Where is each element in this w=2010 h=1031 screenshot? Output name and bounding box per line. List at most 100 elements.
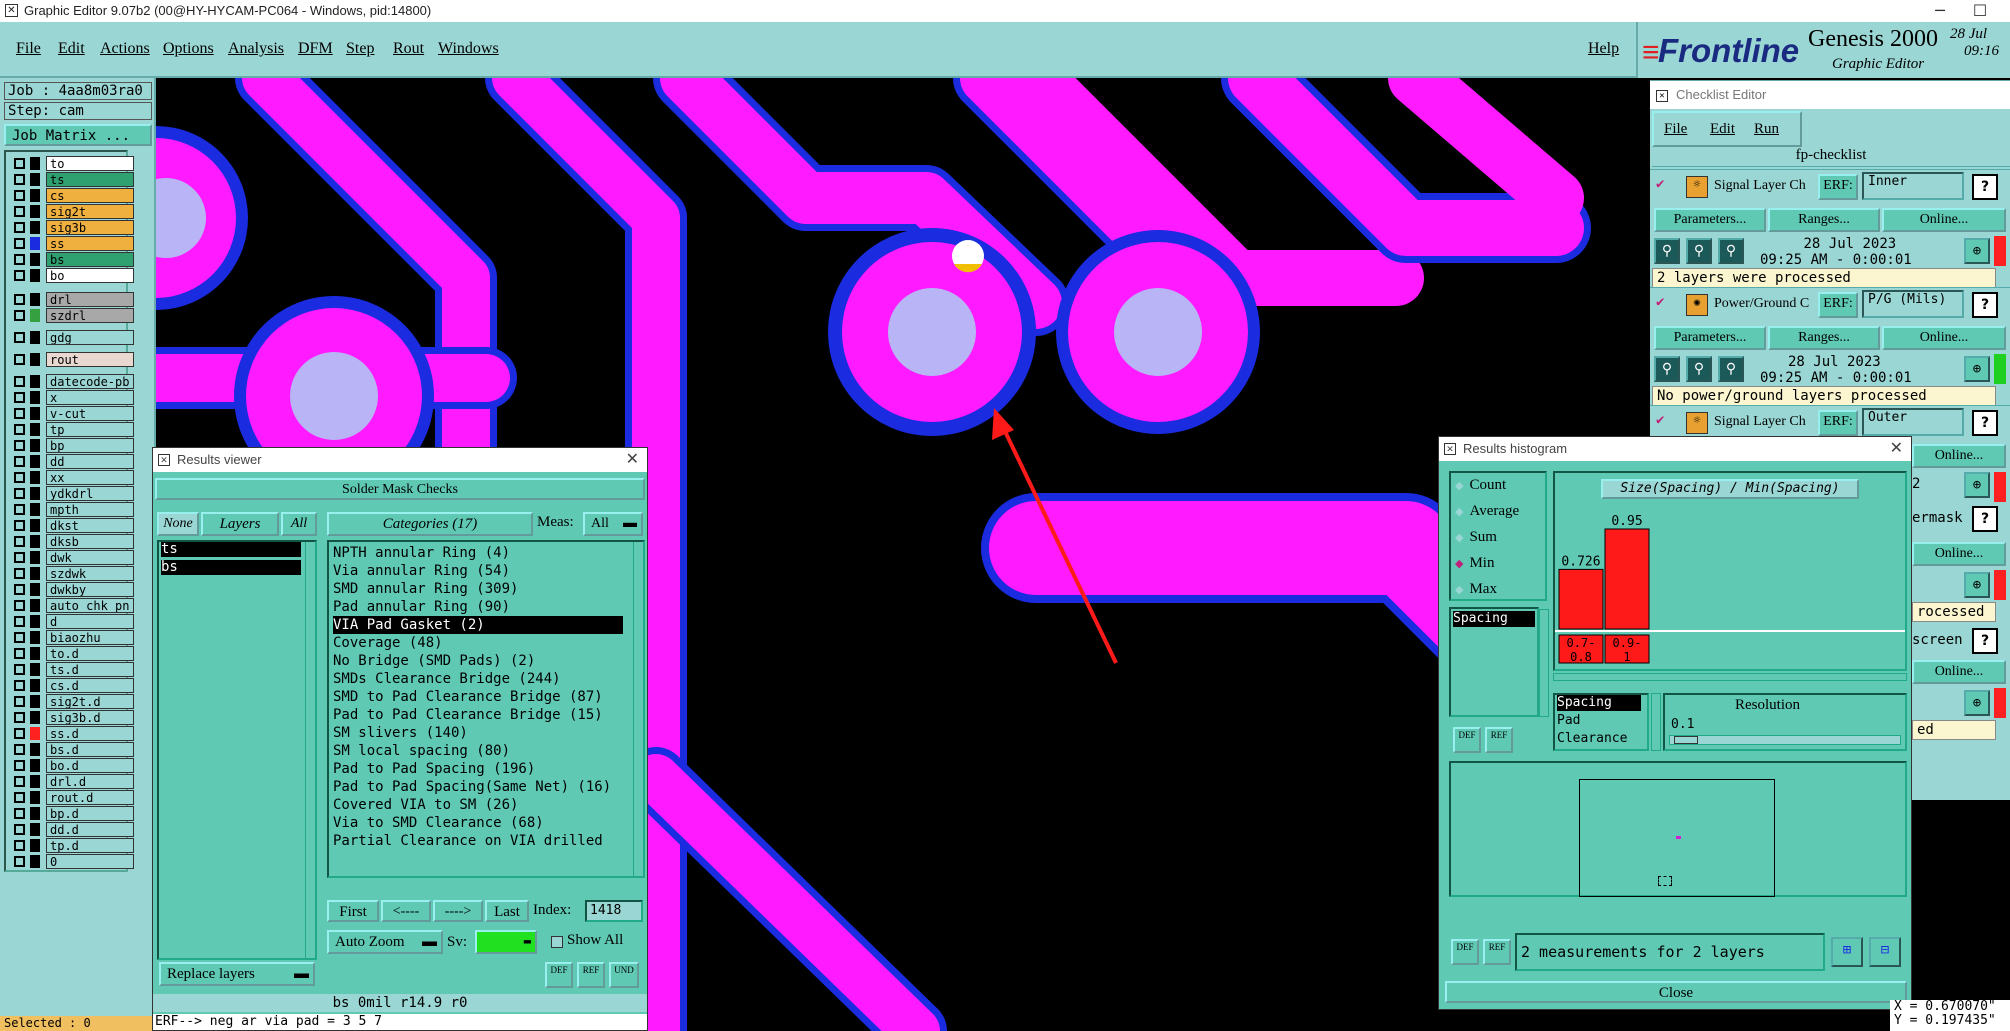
layer-name[interactable]: ts [46,172,134,187]
layer-name[interactable]: v-cut [46,406,134,421]
maximize-button[interactable]: ☐ [1960,0,2000,22]
layer-name[interactable]: gdg [46,330,134,345]
categories-list[interactable]: NPTH annular Ring (4) Via annular Ring (5… [327,540,645,878]
index-input[interactable]: 1418 [585,900,643,922]
none-button[interactable]: None [157,512,199,536]
layer-name[interactable]: rout [46,352,134,367]
layer-checkbox[interactable] [14,712,25,723]
layer-row[interactable]: dksb [10,534,134,549]
layer-row[interactable]: drl.d [10,774,134,789]
menu-help[interactable]: Help [1588,40,1619,58]
zoom-out-icon[interactable]: ⊟ [1869,937,1901,967]
layer-name[interactable]: sig2t [46,204,134,219]
category-item[interactable]: SMD to Pad Clearance Bridge (87) [333,688,603,706]
all-button[interactable]: All [281,512,317,536]
menu-file[interactable]: File [16,40,41,58]
layer-name[interactable]: to [46,156,134,171]
category-item[interactable]: SMDs Clearance Bridge (244) [333,670,561,688]
online-button[interactable]: Online... [1882,208,2006,232]
minimize-button[interactable]: ─ [1920,0,1960,22]
histogram-bar[interactable] [1604,528,1650,630]
layer-checkbox[interactable] [14,294,25,305]
layer-row[interactable]: xx [10,470,134,485]
layer-row[interactable]: drl [10,292,134,307]
category-item[interactable]: Partial Clearance on VIA drilled [333,832,603,850]
layer-row[interactable]: sig3b.d [10,710,134,725]
category-item[interactable]: Pad annular Ring (90) [333,598,510,616]
layer-row[interactable]: cs.d [10,678,134,693]
checklist-menu-file[interactable]: File [1664,121,1687,138]
prev-button[interactable]: <---- [381,900,431,922]
ranges-button[interactable]: Ranges... [1768,326,1880,350]
layer-row[interactable]: datecode-pb [10,374,134,389]
layer-name[interactable]: szdwk [46,566,134,581]
layer-row[interactable]: bp.d [10,806,134,821]
layer-checkbox[interactable] [14,536,25,547]
close-icon[interactable]: ✕ [626,448,639,472]
run-step-icon[interactable]: ⚲ [1718,356,1744,382]
layer-checkbox[interactable] [14,584,25,595]
layer-checkbox[interactable] [14,776,25,787]
layer-row[interactable]: dwkby [10,582,134,597]
zoom-results-icon[interactable]: ⊕ [1964,472,1990,498]
categories-button[interactable]: Categories (17) [327,512,533,536]
scrollbar[interactable] [305,542,315,958]
zoom-in-icon[interactable]: ⊞ [1831,937,1863,967]
zoom-results-icon[interactable]: ⊕ [1964,572,1990,598]
layer-row[interactable]: ss [10,236,134,251]
layer-checkbox[interactable] [14,158,25,169]
layer-checkbox[interactable] [14,648,25,659]
list-item[interactable]: Clearance [1557,731,1627,747]
layers-button[interactable]: Layers [201,512,279,536]
layer-checkbox[interactable] [14,696,25,707]
checkmark-icon[interactable]: ✔ [1656,412,1664,428]
layer-name[interactable]: drl.d [46,774,134,789]
layer-checkbox[interactable] [14,270,25,281]
menu-actions[interactable]: Actions [100,40,150,58]
parameters-button[interactable]: Parameters... [1654,208,1766,232]
layer-name[interactable]: bo [46,268,134,283]
checkmark-icon[interactable]: ✔ [1656,294,1664,310]
layer-name[interactable]: rout.d [46,790,134,805]
layer-name[interactable]: ts.d [46,662,134,677]
stat-option-min[interactable]: ◆ Min [1455,555,1494,575]
menu-step[interactable]: Step [346,40,374,58]
layer-name[interactable]: dksb [46,534,134,549]
help-icon[interactable]: ? [1972,628,1998,654]
layer-name[interactable]: bs [46,252,134,267]
layer-name[interactable]: auto_chk_pn [46,598,134,613]
layer-row[interactable]: ss.d [10,726,134,741]
show-all-checkbox[interactable] [551,936,563,948]
layer-name[interactable]: dwk [46,550,134,565]
layer-name[interactable]: sig3b.d [46,710,134,725]
category-item[interactable]: SM local spacing (80) [333,742,510,760]
layer-row[interactable]: bs [10,252,134,267]
layer-checkbox[interactable] [14,424,25,435]
layer-checkbox[interactable] [14,440,25,451]
online-button[interactable]: Online... [1882,326,2006,350]
layer-checkbox[interactable] [14,472,25,483]
menu-windows[interactable]: Windows [438,40,499,58]
ref-button[interactable]: REF [1485,727,1513,753]
layer-row[interactable]: bo [10,268,134,283]
online-button[interactable]: Online... [1912,542,2006,566]
layer-name[interactable]: cs [46,188,134,203]
layer-checkbox[interactable] [14,376,25,387]
scrollbar[interactable] [1651,693,1661,751]
layer-row[interactable]: ydkdrl [10,486,134,501]
scrollbar[interactable] [1553,673,1907,681]
erf-value[interactable]: Inner [1862,172,1964,200]
layer-name[interactable]: ss [46,236,134,251]
replace-layers-dropdown[interactable]: Replace layers ▬ [159,962,315,986]
layer-checkbox[interactable] [14,760,25,771]
meas-dropdown[interactable]: All ▬ [583,512,643,536]
layer-checkbox[interactable] [14,488,25,499]
radio-icon[interactable]: ◆ [1455,506,1463,518]
list-item[interactable]: Pad [1557,713,1580,729]
def-button[interactable]: DEF [1453,727,1481,753]
layer-checkbox[interactable] [14,190,25,201]
layer-checkbox[interactable] [14,206,25,217]
zoom-results-icon[interactable]: ⊕ [1964,238,1990,264]
help-icon[interactable]: ? [1972,410,1998,436]
auto-zoom-dropdown[interactable]: Auto Zoom ▬ [327,930,443,954]
